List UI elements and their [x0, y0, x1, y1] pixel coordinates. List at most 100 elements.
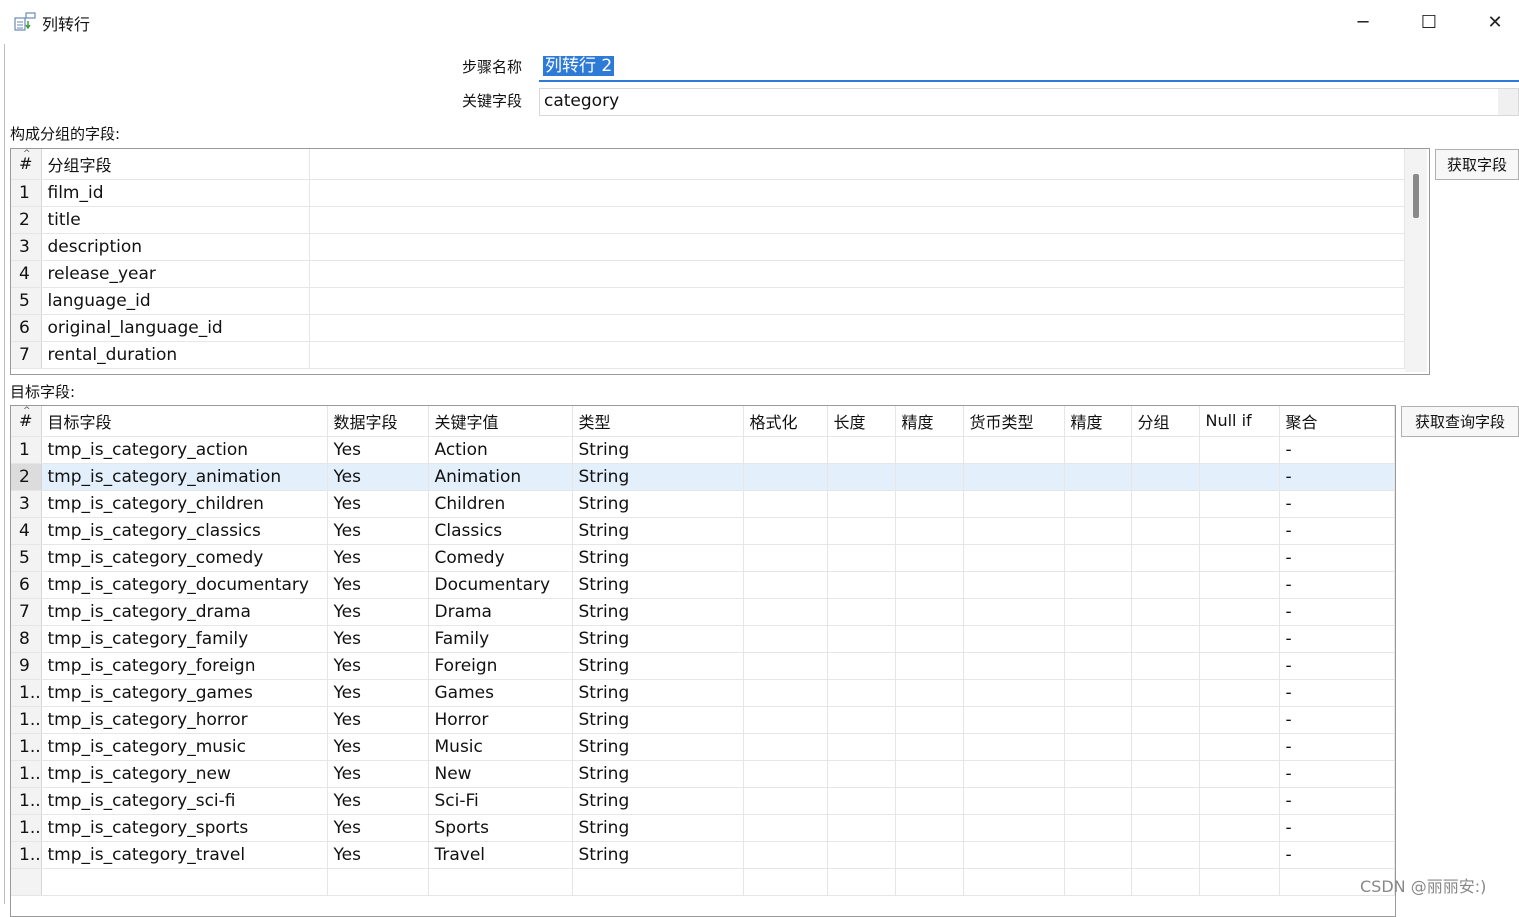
type-cell[interactable]: String — [572, 490, 744, 518]
decimal-cell[interactable] — [1064, 652, 1132, 680]
decimal-cell[interactable] — [1064, 625, 1132, 653]
type-cell[interactable]: String — [572, 814, 744, 842]
group-cell[interactable] — [1131, 706, 1200, 734]
table-row[interactable]: 4 release_year — [11, 260, 1405, 288]
type-cell[interactable]: String — [572, 517, 744, 545]
format-cell[interactable] — [743, 652, 828, 680]
length-cell[interactable] — [827, 517, 896, 545]
key-field-select[interactable]: category — [539, 88, 1519, 116]
aggregation-cell[interactable]: - — [1279, 571, 1395, 599]
length-cell[interactable] — [827, 625, 896, 653]
table-row[interactable]: 1.. tmp_is_category_sports Yes Sports String… — [11, 814, 1395, 842]
table-row[interactable]: 1.. tmp_is_category_sci-fi Yes Sci-Fi String… — [11, 787, 1395, 815]
table-row[interactable]: 2 tmp_is_category_animation Yes Animation St… — [11, 463, 1395, 491]
group-cell[interactable] — [1131, 544, 1200, 572]
group-field-cell[interactable]: release_year — [41, 260, 310, 288]
currency-cell[interactable] — [963, 463, 1065, 491]
table-row[interactable]: 3 description — [11, 233, 1405, 261]
precision-cell[interactable] — [895, 544, 964, 572]
length-cell[interactable] — [827, 706, 896, 734]
table-row[interactable]: 5 tmp_is_category_comedy Yes Comedy String - — [11, 544, 1395, 572]
group-cell[interactable] — [1131, 625, 1200, 653]
target-field-cell[interactable]: tmp_is_category_music — [41, 733, 328, 761]
group-cell[interactable] — [1131, 436, 1200, 464]
format-cell[interactable] — [743, 544, 828, 572]
group-cell[interactable] — [1131, 652, 1200, 680]
length-cell[interactable] — [827, 436, 896, 464]
group-field-cell[interactable]: rental_duration — [41, 341, 310, 369]
target-field-cell[interactable]: tmp_is_category_sci-fi — [41, 787, 328, 815]
target-fields-table[interactable]: ^ # 目标字段 数据字段 关键字值 类型 格式化 长度 精度 货币类型 精度 分组 Null if 聚… — [10, 405, 1396, 917]
null-if-cell[interactable] — [1199, 679, 1280, 707]
table-row[interactable]: 7 tmp_is_category_drama Yes Drama String - — [11, 598, 1395, 626]
minimize-button[interactable]: ─ — [1330, 6, 1396, 38]
decimal-cell[interactable] — [1064, 463, 1132, 491]
null-if-cell[interactable] — [1199, 463, 1280, 491]
precision-cell[interactable] — [895, 787, 964, 815]
key-value-cell[interactable]: Horror — [428, 706, 573, 734]
group-field-cell[interactable]: film_id — [41, 179, 310, 207]
target-field-cell[interactable]: tmp_is_category_children — [41, 490, 328, 518]
format-cell[interactable] — [743, 571, 828, 599]
empty-cell[interactable] — [572, 868, 744, 896]
precision-cell[interactable] — [895, 625, 964, 653]
decimal-cell[interactable] — [1064, 679, 1132, 707]
currency-cell[interactable] — [963, 517, 1065, 545]
aggregation-cell[interactable]: - — [1279, 679, 1395, 707]
group-cell[interactable] — [1131, 571, 1200, 599]
key-value-cell[interactable]: Foreign — [428, 652, 573, 680]
precision-cell[interactable] — [895, 733, 964, 761]
key-field-dropdown-button[interactable] — [1498, 89, 1518, 115]
group-cell[interactable] — [1131, 841, 1200, 869]
type-cell[interactable]: String — [572, 625, 744, 653]
format-cell[interactable] — [743, 679, 828, 707]
target-field-cell[interactable]: tmp_is_category_classics — [41, 517, 328, 545]
type-cell[interactable]: String — [572, 436, 744, 464]
length-cell[interactable] — [827, 814, 896, 842]
currency-cell[interactable] — [963, 706, 1065, 734]
key-value-cell[interactable]: Action — [428, 436, 573, 464]
aggregation-cell[interactable]: - — [1279, 787, 1395, 815]
precision-cell[interactable] — [895, 571, 964, 599]
length-cell[interactable] — [827, 490, 896, 518]
group-cell[interactable] — [1131, 787, 1200, 815]
get-fields-button[interactable]: 获取字段 — [1435, 149, 1519, 180]
decimal-cell[interactable] — [1064, 787, 1132, 815]
decimal-cell[interactable] — [1064, 814, 1132, 842]
table-row[interactable]: 1 film_id — [11, 179, 1405, 207]
key-value-cell[interactable]: Sci-Fi — [428, 787, 573, 815]
group-cell[interactable] — [1131, 517, 1200, 545]
data-field-cell[interactable]: Yes — [327, 841, 429, 869]
target-field-cell[interactable]: tmp_is_category_new — [41, 760, 328, 788]
data-field-cell[interactable]: Yes — [327, 706, 429, 734]
aggregation-cell[interactable]: - — [1279, 463, 1395, 491]
key-value-cell[interactable]: Games — [428, 679, 573, 707]
group-cell[interactable] — [1131, 598, 1200, 626]
currency-cell[interactable] — [963, 544, 1065, 572]
aggregation-cell[interactable]: - — [1279, 625, 1395, 653]
target-field-cell[interactable]: tmp_is_category_documentary — [41, 571, 328, 599]
aggregation-cell[interactable]: - — [1279, 733, 1395, 761]
empty-cell[interactable] — [743, 868, 828, 896]
type-cell[interactable]: String — [572, 733, 744, 761]
currency-cell[interactable] — [963, 598, 1065, 626]
format-cell[interactable] — [743, 787, 828, 815]
column-header-length[interactable]: 长度 — [827, 406, 896, 437]
length-cell[interactable] — [827, 733, 896, 761]
group-cell[interactable] — [1131, 490, 1200, 518]
decimal-cell[interactable] — [1064, 841, 1132, 869]
format-cell[interactable] — [743, 436, 828, 464]
data-field-cell[interactable]: Yes — [327, 463, 429, 491]
decimal-cell[interactable] — [1064, 571, 1132, 599]
type-cell[interactable]: String — [572, 598, 744, 626]
table-row[interactable]: 6 original_language_id — [11, 314, 1405, 342]
format-cell[interactable] — [743, 517, 828, 545]
empty-cell[interactable] — [428, 868, 573, 896]
currency-cell[interactable] — [963, 436, 1065, 464]
group-field-cell[interactable]: language_id — [41, 287, 310, 315]
aggregation-cell[interactable]: - — [1279, 490, 1395, 518]
table-row[interactable]: 1.. tmp_is_category_music Yes Music String - — [11, 733, 1395, 761]
precision-cell[interactable] — [895, 706, 964, 734]
length-cell[interactable] — [827, 544, 896, 572]
format-cell[interactable] — [743, 490, 828, 518]
